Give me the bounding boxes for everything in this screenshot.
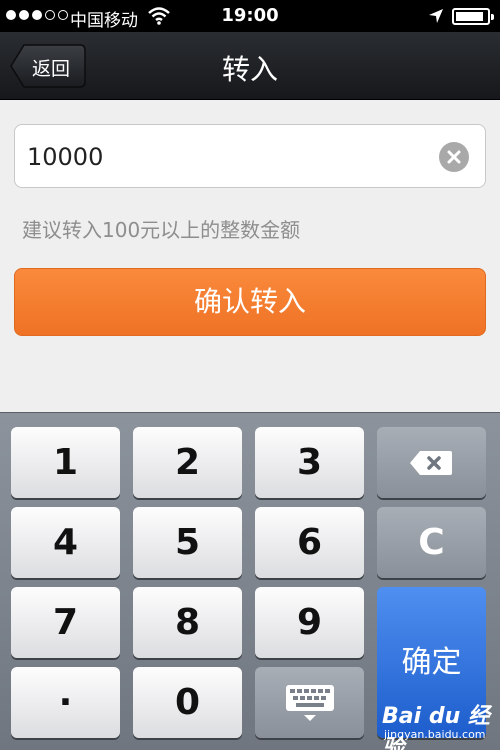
watermark-url: jingyan.baidu.com xyxy=(384,728,486,741)
clear-x-icon[interactable] xyxy=(439,142,469,172)
navigation-bar: 返回 转入 xyxy=(0,32,500,100)
key-9-label: 9 xyxy=(296,602,323,643)
amount-hint: 建议转入100元以上的整数金额 xyxy=(22,218,301,242)
clear-key[interactable]: C xyxy=(377,507,486,578)
battery-level xyxy=(456,12,483,21)
key-dot[interactable]: · xyxy=(11,667,120,738)
battery-icon xyxy=(452,8,494,25)
key-1-label: 1 xyxy=(52,442,79,483)
key-5[interactable]: 5 xyxy=(133,507,242,578)
key-6[interactable]: 6 xyxy=(255,507,364,578)
confirm-transfer-button[interactable]: 确认转入 xyxy=(14,268,486,336)
amount-field-container xyxy=(14,124,486,188)
key-2-label: 2 xyxy=(174,442,201,483)
page-title: 转入 xyxy=(221,53,278,86)
watermark-logo: Bai du 经验 jingyan.baidu.com xyxy=(380,694,498,750)
key-2[interactable]: 2 xyxy=(133,427,242,498)
key-0[interactable]: 0 xyxy=(133,667,242,738)
key-9[interactable]: 9 xyxy=(255,587,364,658)
backspace-icon xyxy=(410,451,452,475)
key-7-label: 7 xyxy=(52,602,79,643)
hide-keyboard-icon xyxy=(286,685,334,721)
key-4[interactable]: 4 xyxy=(11,507,120,578)
key-0-label: 0 xyxy=(174,682,201,723)
status-time: 19:00 xyxy=(221,5,279,26)
location-arrow-icon xyxy=(428,8,444,28)
key-3-label: 3 xyxy=(296,442,323,483)
backspace-key[interactable] xyxy=(377,427,486,498)
amount-input[interactable] xyxy=(27,137,427,177)
key-6-label: 6 xyxy=(296,522,323,563)
key-5-label: 5 xyxy=(174,522,201,563)
key-dot-label: · xyxy=(58,682,73,723)
status-bar: 中国移动 19:00 xyxy=(0,0,500,32)
key-8-label: 8 xyxy=(174,602,201,643)
watermark-brand: Bai du 经验 xyxy=(382,704,490,750)
key-3[interactable]: 3 xyxy=(255,427,364,498)
key-7[interactable]: 7 xyxy=(11,587,120,658)
clear-key-label: C xyxy=(418,522,445,563)
key-8[interactable]: 8 xyxy=(133,587,242,658)
key-1[interactable]: 1 xyxy=(11,427,120,498)
key-4-label: 4 xyxy=(52,522,79,563)
hide-keyboard-key[interactable] xyxy=(255,667,364,738)
